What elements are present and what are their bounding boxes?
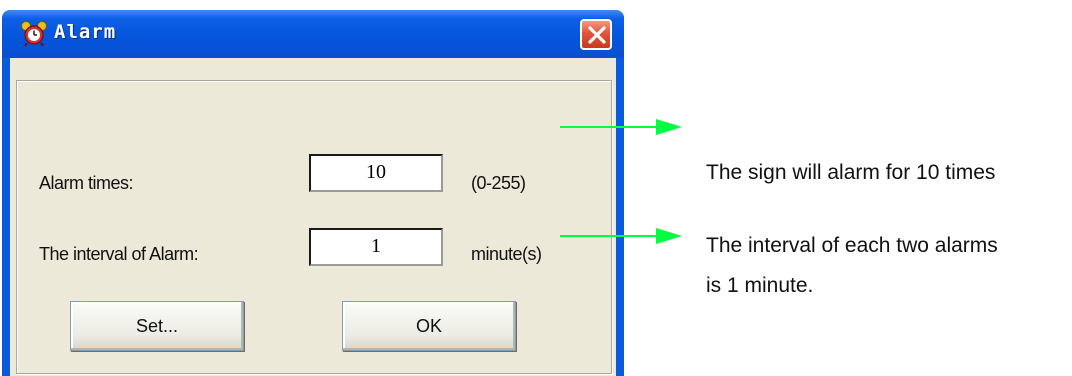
arrow-interval [560,228,682,244]
alarm-times-note: The sign will alarm for 10 times [706,161,996,184]
interval-note-line2: is 1 minute. [706,274,814,297]
arrow-alarm-times [560,119,682,135]
interval-note-line1: The interval of each two alarms [706,234,998,257]
annotation-arrows [560,119,682,244]
